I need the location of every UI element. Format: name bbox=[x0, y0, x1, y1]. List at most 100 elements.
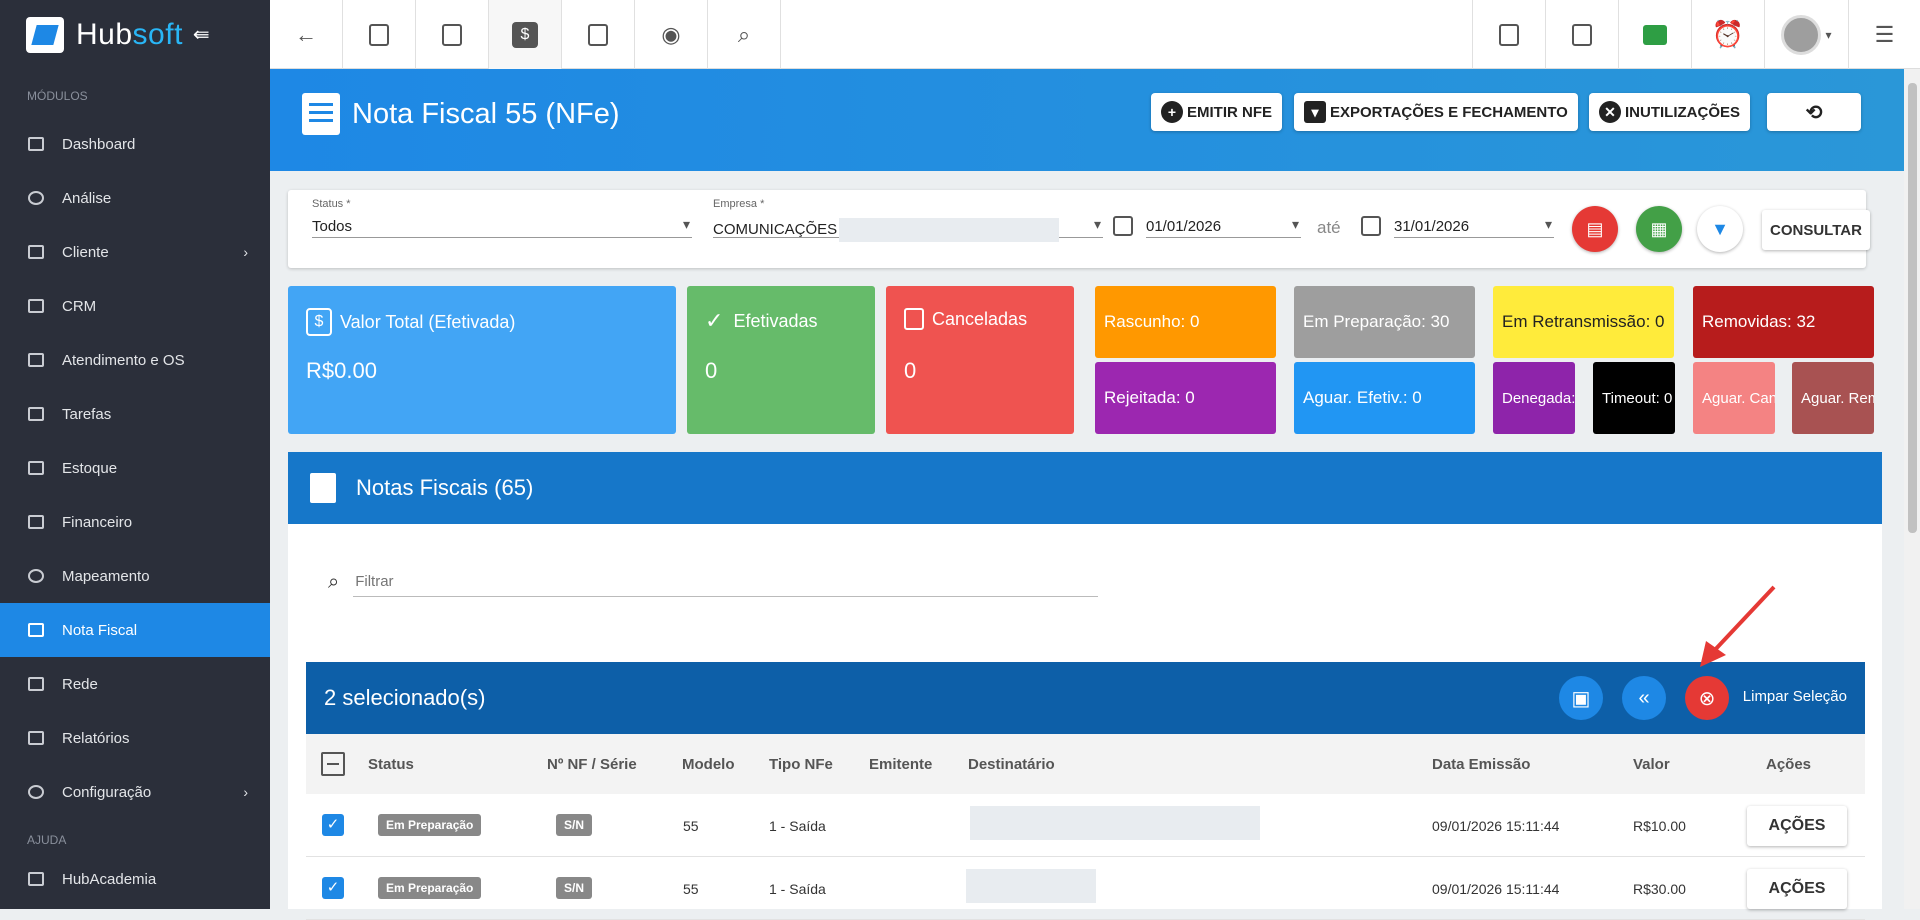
col-modelo[interactable]: Modelo bbox=[682, 756, 735, 773]
status-removidas[interactable]: Removidas: 32 bbox=[1693, 286, 1874, 358]
tasks-button[interactable] bbox=[1545, 0, 1618, 69]
sidebar-item-analise[interactable]: Análise bbox=[0, 171, 270, 225]
chat-check-icon bbox=[1643, 24, 1667, 45]
sidebar-item-crm[interactable]: CRM bbox=[0, 279, 270, 333]
data-cell: 09/01/2026 15:11:44 bbox=[1432, 818, 1560, 834]
empresa-select[interactable]: Empresa * COMUNICAÇÕES bbox=[713, 198, 1103, 242]
status-rascunho[interactable]: Rascunho: 0 bbox=[1095, 286, 1276, 358]
filter-card: Status * Todos Empresa * COMUNICAÇÕES 01… bbox=[288, 190, 1870, 268]
col-acoes: Ações bbox=[1766, 756, 1812, 773]
table-row[interactable]: ✓ Em Preparação S/N 55 1 - Saída 09/01/2… bbox=[306, 794, 1865, 857]
sidebar-item-label: Dashboard bbox=[62, 135, 136, 153]
limpar-selecao-link[interactable]: Limpar Seleção bbox=[1743, 688, 1847, 705]
scrollbar-thumb[interactable] bbox=[1908, 83, 1917, 533]
export-excel-button[interactable]: ▦ bbox=[1636, 206, 1682, 252]
alarm-button[interactable]: ⏰ bbox=[1691, 0, 1764, 69]
sidebar-item-rede[interactable]: Rede bbox=[0, 657, 270, 711]
status-denegada[interactable]: Denegada: 0 bbox=[1493, 362, 1575, 434]
col-valor[interactable]: Valor bbox=[1633, 756, 1670, 773]
col-status[interactable]: Status bbox=[368, 756, 414, 773]
reply-all-selection-button[interactable]: « bbox=[1622, 676, 1666, 720]
sidebar-item-relatorios[interactable]: Relatórios bbox=[0, 711, 270, 765]
sidebar-item-configuracao[interactable]: Configuração › bbox=[0, 765, 270, 819]
col-destinatario[interactable]: Destinatário bbox=[968, 756, 1055, 773]
schedule-button[interactable] bbox=[416, 0, 489, 69]
sidebar-item-atendimento[interactable]: Atendimento e OS bbox=[0, 333, 270, 387]
row-checkbox[interactable]: ✓ bbox=[322, 877, 344, 899]
row-checkbox[interactable]: ✓ bbox=[322, 814, 344, 836]
redacted-destinatario bbox=[966, 869, 1096, 903]
table-row[interactable]: ✓ Em Preparação S/N 55 1 - Saída 09/01/2… bbox=[306, 857, 1865, 920]
sidebar: Hubsoft ⇚ MÓDULOS Dashboard Análise Clie… bbox=[0, 0, 270, 909]
sidebar-item-nota-fiscal[interactable]: Nota Fiscal bbox=[0, 603, 270, 657]
back-button[interactable]: ← bbox=[270, 0, 343, 69]
emitir-nfe-button[interactable]: + EMITIR NFE bbox=[1151, 93, 1282, 131]
col-data-emissao[interactable]: Data Emissão bbox=[1432, 756, 1530, 773]
sidebar-item-mapeamento[interactable]: Mapeamento bbox=[0, 549, 270, 603]
sidebar-item-label: Rede bbox=[62, 675, 98, 693]
arrow-left-icon: ← bbox=[295, 21, 317, 47]
status-aguar-efetiv[interactable]: Aguar. Efetiv.: 0 bbox=[1294, 362, 1475, 434]
filter-input[interactable] bbox=[353, 567, 1098, 597]
cancel-selection-button[interactable]: ⊗ bbox=[1685, 676, 1729, 720]
acoes-button[interactable]: AÇÕES bbox=[1747, 806, 1847, 846]
terminal-button[interactable] bbox=[562, 0, 635, 69]
sidebar-item-label: CRM bbox=[62, 297, 97, 315]
date-to-field[interactable]: 31/01/2026 bbox=[1394, 198, 1554, 238]
status-em-retransmissao[interactable]: Em Retransmissão: 0 bbox=[1493, 286, 1674, 358]
export-pdf-button[interactable]: ▤ bbox=[1572, 206, 1618, 252]
status-rejeitada[interactable]: Rejeitada: 0 bbox=[1095, 362, 1276, 434]
serie-badge: S/N bbox=[556, 877, 593, 899]
contacts-button[interactable] bbox=[343, 0, 416, 69]
status-aguar-remo[interactable]: Aguar. Remo.: 0 bbox=[1792, 362, 1874, 434]
consultar-button[interactable]: CONSULTAR bbox=[1762, 210, 1870, 250]
receipt-icon bbox=[310, 473, 336, 503]
select-all-checkbox[interactable] bbox=[321, 752, 345, 776]
messages-button[interactable] bbox=[1618, 0, 1691, 69]
sidebar-item-cliente[interactable]: Cliente › bbox=[0, 225, 270, 279]
sidebar-item-dashboard[interactable]: Dashboard bbox=[0, 117, 270, 171]
play-icon bbox=[28, 872, 44, 886]
user-menu-button[interactable]: ▾ bbox=[1764, 0, 1848, 69]
sidebar-item-label: Análise bbox=[62, 189, 112, 207]
card-canceladas: Canceladas 0 bbox=[886, 286, 1074, 434]
inutilizacoes-button[interactable]: ✕ INUTILIZAÇÕES bbox=[1589, 93, 1750, 131]
logo-icon bbox=[26, 16, 64, 53]
sidebar-item-financeiro[interactable]: Financeiro bbox=[0, 495, 270, 549]
section-label-modulos: MÓDULOS bbox=[27, 89, 88, 103]
status-aguar-canc[interactable]: Aguar. Canc.: 0 bbox=[1693, 362, 1775, 434]
receipt-icon bbox=[302, 93, 340, 135]
acoes-button[interactable]: AÇÕES bbox=[1747, 869, 1847, 909]
archive-selection-button[interactable]: ▣ bbox=[1559, 676, 1603, 720]
exportacoes-button[interactable]: ▾ EXPORTAÇÕES E FECHAMENTO bbox=[1294, 93, 1578, 131]
sidebar-item-tarefas[interactable]: Tarefas bbox=[0, 387, 270, 441]
view-button[interactable]: ◉ bbox=[635, 0, 708, 69]
card-value: 0 bbox=[705, 358, 718, 383]
annotation-arrow bbox=[1700, 585, 1776, 667]
page-scrollbar[interactable] bbox=[1904, 69, 1920, 909]
collapse-sidebar-icon[interactable]: ⇚ bbox=[193, 22, 210, 47]
date-from-field[interactable]: 01/01/2026 bbox=[1146, 198, 1301, 238]
status-value: Todos bbox=[312, 210, 692, 238]
table-header: Status Nº NF / Série Modelo Tipo NFe Emi… bbox=[306, 734, 1865, 794]
col-emitente[interactable]: Emitente bbox=[869, 756, 932, 773]
sidebar-item-estoque[interactable]: Estoque bbox=[0, 441, 270, 495]
menu-list-button[interactable]: ☰ bbox=[1848, 0, 1920, 69]
dollar-icon: $ bbox=[512, 21, 538, 48]
history-button[interactable]: ⟲ bbox=[1767, 93, 1861, 131]
filter-button[interactable]: ▼ bbox=[1697, 206, 1743, 252]
status-select[interactable]: Status * Todos bbox=[312, 198, 692, 238]
col-nf-serie[interactable]: Nº NF / Série bbox=[547, 756, 637, 773]
section-label-ajuda: AJUDA bbox=[27, 833, 67, 847]
chevron-down-icon: ▾ bbox=[1825, 27, 1832, 42]
status-timeout[interactable]: Timeout: 0 bbox=[1593, 362, 1675, 434]
sidebar-item-hubacademia[interactable]: HubAcademia bbox=[0, 857, 270, 901]
search-button[interactable]: ⌕ bbox=[708, 0, 781, 69]
pdf-button[interactable] bbox=[1472, 0, 1545, 69]
status-em-preparacao[interactable]: Em Preparação: 30 bbox=[1294, 286, 1475, 358]
modelo-cell: 55 bbox=[683, 881, 699, 897]
logo[interactable]: Hubsoft ⇚ bbox=[0, 0, 270, 69]
dollar-icon: $ bbox=[306, 308, 332, 336]
finance-button[interactable]: $ bbox=[489, 0, 562, 69]
col-tipo-nfe[interactable]: Tipo NFe bbox=[769, 756, 833, 773]
